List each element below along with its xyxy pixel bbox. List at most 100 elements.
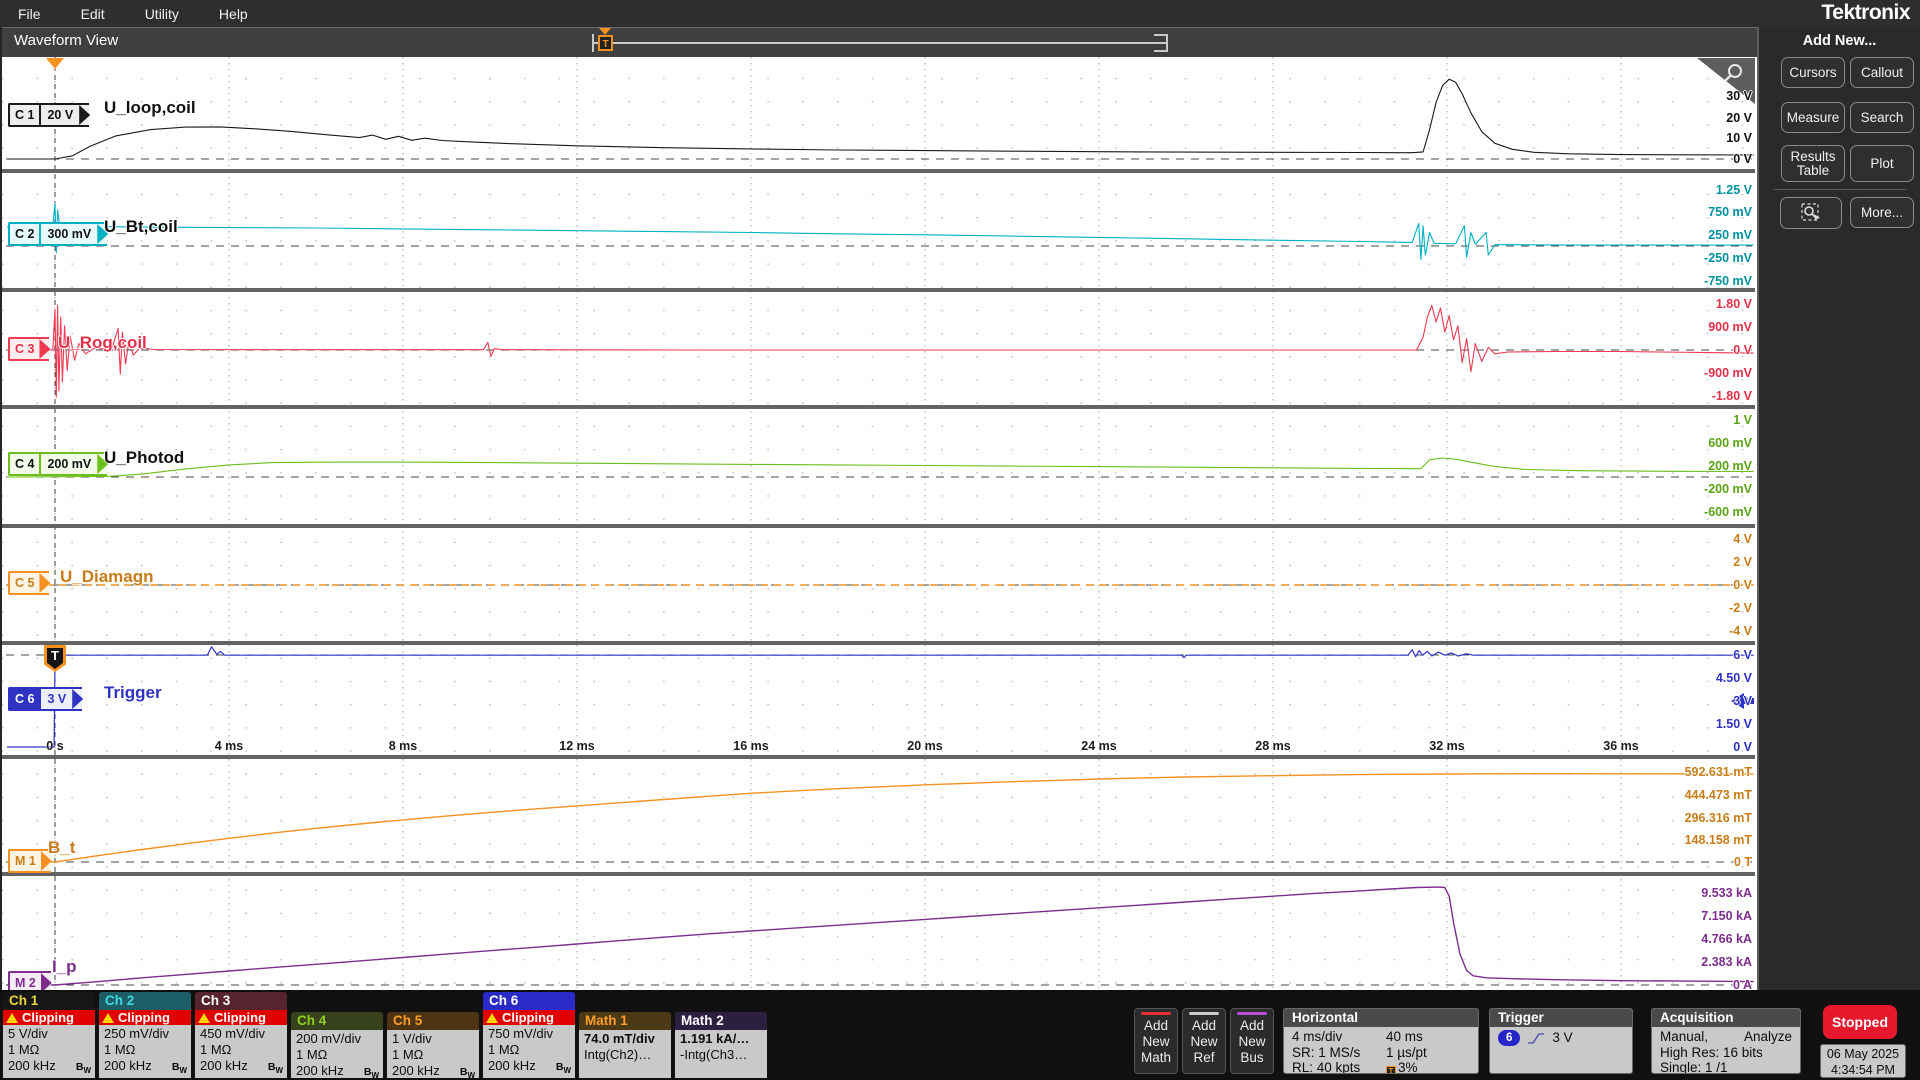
- button-stripe: [1141, 1012, 1170, 1015]
- badge-math2[interactable]: Math 21.191 kA/…-Intg(Ch3…: [675, 1012, 767, 1078]
- axis-label-c4: -200 mV: [1704, 481, 1752, 497]
- badge-row-value: 1 MΩ: [8, 1042, 39, 1058]
- badge-rows: 1.191 kA/…-Intg(Ch3…: [675, 1030, 767, 1078]
- sidebar-button-cursors[interactable]: Cursors: [1781, 57, 1845, 88]
- menu-utility[interactable]: Utility: [145, 6, 179, 22]
- add-new-math-button[interactable]: Add New Math: [1134, 1008, 1178, 1074]
- axis-label-c1: 30 V: [1726, 88, 1752, 104]
- badge-ch5[interactable]: Ch 51 V/div1 MΩ200 kHzBW: [387, 1012, 479, 1078]
- badge-ch2[interactable]: Ch 2Clipping250 mV/div1 MΩ200 kHzBW: [99, 992, 191, 1078]
- trace-m1[interactable]: [7, 774, 1754, 862]
- channel-badge-c2[interactable]: C 2300 mV: [8, 222, 107, 246]
- zoom-select-icon: [1800, 202, 1822, 224]
- menu-file[interactable]: File: [18, 6, 41, 22]
- run-stop-button[interactable]: Stopped: [1823, 1005, 1897, 1039]
- channel-label-c2[interactable]: U_Bt,coil: [104, 217, 178, 237]
- channel-badge-c5[interactable]: C 5: [8, 571, 49, 595]
- menu-edit[interactable]: Edit: [81, 6, 105, 22]
- record-view-trigger-pointer: [599, 28, 611, 35]
- add-new-bus-button[interactable]: Add New Bus: [1230, 1008, 1274, 1074]
- badge-rows: 5 V/div1 MΩ200 kHzBW: [3, 1025, 95, 1078]
- sidebar-button-search[interactable]: Search: [1850, 102, 1914, 133]
- sidebar-button-results-table[interactable]: Results Table: [1781, 145, 1845, 182]
- badge-rows: 74.0 mT/divIntg(Ch2)…: [579, 1030, 671, 1078]
- trace-c6[interactable]: [7, 647, 1754, 747]
- channel-badge-c4[interactable]: C 4200 mV: [8, 452, 107, 476]
- axis-label-c4: 1 V: [1733, 412, 1752, 428]
- channel-label-m1[interactable]: B_t: [48, 838, 75, 858]
- add-new-ref-button[interactable]: Add New Ref: [1182, 1008, 1226, 1074]
- trigger-source-badge: 6: [1498, 1030, 1520, 1046]
- badge-row-value: 200 kHz: [296, 1063, 344, 1078]
- time-tick-label: 24 ms: [1081, 739, 1116, 753]
- horizontal-panel[interactable]: Horizontal 4 ms/div40 msSR: 1 MS/s1 µs/p…: [1283, 1008, 1479, 1074]
- trace-c4[interactable]: [7, 458, 1754, 477]
- record-view-trigger-icon[interactable]: T: [598, 35, 613, 51]
- axis-label-c2: -750 mV: [1704, 273, 1752, 289]
- trace-c1[interactable]: [7, 79, 1754, 159]
- badge-scale: 200 mV: [39, 454, 97, 474]
- trace-c2[interactable]: [7, 203, 1754, 259]
- badge-row-value: 5 V/div: [8, 1026, 48, 1042]
- badge-row-value: 1 MΩ: [200, 1042, 231, 1058]
- badge-title: Ch 4: [291, 1012, 383, 1030]
- button-label: Add New Ref: [1183, 1018, 1225, 1066]
- bandwidth-limit-icon: BW: [460, 1064, 475, 1078]
- axis-label-m2: 2.383 kA: [1701, 954, 1752, 970]
- channel-label-c1[interactable]: U_loop,coil: [104, 98, 196, 118]
- trigger-title: Trigger: [1490, 1009, 1632, 1027]
- record-view-line[interactable]: [600, 42, 1166, 44]
- axis-label-c4: -600 mV: [1704, 504, 1752, 520]
- badge-row-value: 450 mV/div: [200, 1026, 265, 1042]
- clipping-indicator: Clipping: [483, 1010, 575, 1025]
- axis-label-c3: 900 mV: [1708, 319, 1752, 335]
- more-button[interactable]: More...: [1850, 197, 1914, 228]
- sidebar-button-callout[interactable]: Callout: [1850, 57, 1914, 88]
- badge-rows: 450 mV/div1 MΩ200 kHzBW: [195, 1025, 287, 1078]
- acquisition-panel[interactable]: Acquisition Manual, Analyze High Res: 16…: [1651, 1008, 1801, 1074]
- datetime-display: 06 May 2025 4:34:54 PM: [1820, 1044, 1906, 1078]
- time-tick-label: 32 ms: [1429, 739, 1464, 753]
- channel-label-c4[interactable]: U_Photod: [104, 448, 184, 468]
- channel-badge-c6[interactable]: C 63 V: [8, 687, 82, 711]
- trigger-position-icon: T: [1386, 1066, 1396, 1074]
- sidebar: Add New... CursorsCalloutMeasureSearchRe…: [1757, 27, 1920, 990]
- button-stripe: [1189, 1012, 1218, 1015]
- badge-row-value: 1.191 kA/…: [680, 1031, 749, 1047]
- badge-ch4[interactable]: Ch 4200 mV/div1 MΩ200 kHzBW: [291, 1012, 383, 1078]
- badge-rows: 1 V/div1 MΩ200 kHzBW: [387, 1030, 479, 1078]
- bandwidth-limit-icon: BW: [76, 1059, 91, 1078]
- badge-row-value: 750 mV/div: [488, 1026, 553, 1042]
- badge-math1[interactable]: Math 174.0 mT/divIntg(Ch2)…: [579, 1012, 671, 1078]
- warning-icon: [486, 1013, 498, 1023]
- badge-row-value: 74.0 mT/div: [584, 1031, 655, 1047]
- channel-badge-m1[interactable]: M 1: [8, 849, 51, 873]
- plot-area[interactable]: T C 120 VU_loop,coil30 V20 V10 V0 VC 230…: [2, 57, 1757, 990]
- badge-ch6[interactable]: Ch 6Clipping750 mV/div1 MΩ200 kHzBW: [483, 992, 575, 1078]
- badge-ch3[interactable]: Ch 3Clipping450 mV/div1 MΩ200 kHzBW: [195, 992, 287, 1078]
- zoom-select-button[interactable]: [1780, 197, 1842, 229]
- badge-title: Ch 5: [387, 1012, 479, 1030]
- trigger-panel[interactable]: Trigger 6 3 V: [1489, 1008, 1633, 1074]
- trigger-position-marker[interactable]: [46, 58, 64, 69]
- sidebar-button-measure[interactable]: Measure: [1781, 102, 1845, 133]
- badge-ch1[interactable]: Ch 1Clipping5 V/div1 MΩ200 kHzBW: [3, 992, 95, 1078]
- sidebar-button-plot[interactable]: Plot: [1850, 145, 1914, 182]
- menu-help[interactable]: Help: [219, 6, 248, 22]
- channel-badge-c1[interactable]: C 120 V: [8, 103, 89, 127]
- trace-c3[interactable]: [7, 305, 1754, 397]
- channel-label-c6[interactable]: Trigger: [104, 683, 162, 703]
- acq-single: Single: 1 /1: [1660, 1060, 1792, 1074]
- badge-arrow-tip: [39, 573, 50, 593]
- badge-row-value: 1 MΩ: [392, 1047, 423, 1063]
- channel-label-c3[interactable]: U_Rog,coil: [58, 333, 147, 353]
- bottom-bar: Ch 1Clipping5 V/div1 MΩ200 kHzBWCh 2Clip…: [0, 990, 1920, 1080]
- badge-id: C 4: [10, 454, 39, 474]
- channel-label-c5[interactable]: U_Diamagn: [60, 567, 154, 587]
- axis-label-c4: 200 mV: [1708, 458, 1752, 474]
- channel-label-m2[interactable]: I_p: [52, 957, 77, 977]
- trace-m2[interactable]: [7, 887, 1754, 985]
- channel-badge-c3[interactable]: C 3: [8, 337, 49, 361]
- rising-edge-icon: [1527, 1031, 1545, 1046]
- axis-label-c6: 4.50 V: [1716, 670, 1752, 686]
